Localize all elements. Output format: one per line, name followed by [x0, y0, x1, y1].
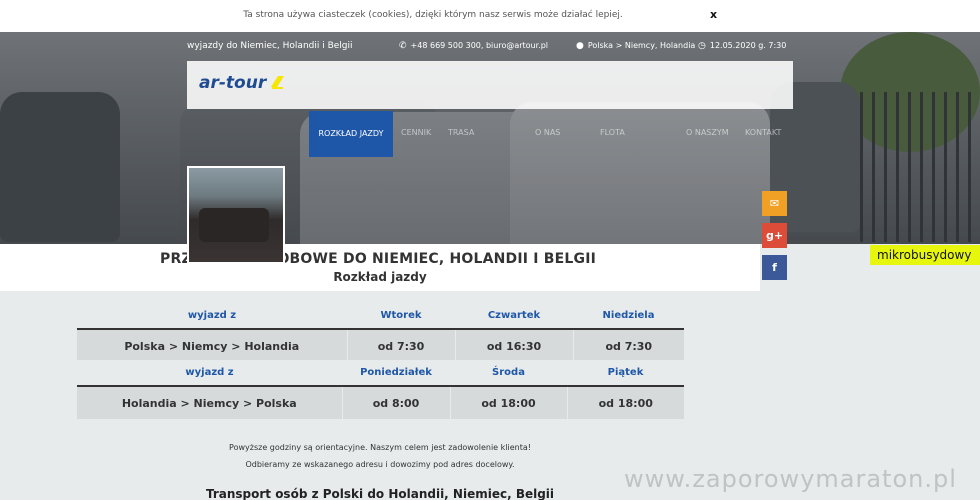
- google-plus-share-button[interactable]: g+: [762, 223, 787, 248]
- schedule-route: Holandia > Niemcy > Polska: [77, 386, 342, 419]
- clock-icon: ◷: [698, 41, 706, 51]
- schedule-header: Piątek: [567, 360, 684, 387]
- nav-item-flota[interactable]: FLOTA: [600, 128, 625, 137]
- watermark: www.zaporowymaraton.pl: [624, 465, 957, 493]
- nav-item-trasa[interactable]: TRASA: [448, 128, 474, 137]
- nav-item-kontakt[interactable]: KONTAKT: [745, 128, 781, 137]
- table-row: Holandia > Niemcy > Polska od 8:00 od 18…: [77, 386, 684, 419]
- table-row: Polska > Niemcy > Holandia od 7:30 od 16…: [77, 329, 684, 362]
- topbar-route: ● Polska > Niemcy, Holandia: [576, 41, 695, 51]
- nav-item-cennik[interactable]: CENNIK: [401, 128, 431, 137]
- logo-mark-icon: [271, 76, 284, 89]
- page-subtitle: Rozkład jazdy: [333, 270, 427, 284]
- van-photo: [189, 168, 283, 262]
- phone-icon: ✆: [399, 41, 407, 51]
- logo-bar: ar-tour: [187, 61, 793, 109]
- nav-item-o-naszym[interactable]: O NASZYM: [686, 128, 729, 137]
- contact-text: +48 669 500 300, biuro@artour.pl: [410, 41, 549, 50]
- schedule-table-return: wyjazd z Poniedziałek Środa Piątek Holan…: [77, 360, 684, 419]
- side-tag[interactable]: mikrobusydowy: [870, 245, 980, 265]
- schedule-table-outbound: wyjazd z Wtorek Czwartek Niedziela Polsk…: [77, 303, 684, 362]
- cookie-text: Ta strona używa ciasteczek (cookies), dz…: [243, 10, 623, 20]
- route-text: Polska > Niemcy, Holandia: [587, 41, 696, 50]
- logo[interactable]: ar-tour: [199, 73, 266, 93]
- van-thumbnail[interactable]: [187, 166, 285, 264]
- schedule-header: wyjazd z: [77, 303, 347, 330]
- schedule-time: od 16:30: [454, 329, 573, 362]
- schedule-header-row: wyjazd z Poniedziałek Środa Piątek: [77, 360, 684, 387]
- topbar-date: ◷ 12.05.2020 g. 7:30: [698, 41, 786, 51]
- facebook-share-button[interactable]: f: [762, 255, 787, 280]
- schedule-route: Polska > Niemcy > Holandia: [77, 329, 347, 362]
- schedule-header: Wtorek: [347, 303, 455, 330]
- google-plus-icon: g+: [765, 229, 784, 242]
- schedule-header: Niedziela: [573, 303, 684, 330]
- cookie-bar: Ta strona używa ciasteczek (cookies), dz…: [0, 0, 980, 32]
- schedule-header: wyjazd z: [77, 360, 342, 387]
- schedule-time: od 7:30: [572, 329, 684, 362]
- schedule-time: od 18:00: [449, 386, 567, 419]
- facebook-icon: f: [772, 261, 777, 274]
- nav-item-o-nas[interactable]: O NAS: [535, 128, 560, 137]
- schedule-time: od 8:00: [341, 386, 450, 419]
- date-text: 12.05.2020 g. 7:30: [709, 41, 787, 50]
- nav-item-rozklad[interactable]: ROZKŁAD JAZDY: [309, 111, 393, 157]
- schedule-header-row: wyjazd z Wtorek Czwartek Niedziela: [77, 303, 684, 330]
- mail-icon: ✉: [769, 197, 780, 210]
- schedule-header: Poniedziałek: [342, 360, 450, 387]
- cookie-close-button[interactable]: x: [710, 8, 717, 21]
- topbar-contact[interactable]: ✆ +48 669 500 300, biuro@artour.pl: [399, 41, 548, 51]
- schedule-time: od 7:30: [346, 329, 455, 362]
- schedule-header: Środa: [450, 360, 567, 387]
- schedule-note: Powyższe godziny są orientacyjne. Naszym…: [229, 443, 531, 452]
- mail-share-button[interactable]: ✉: [762, 191, 787, 216]
- schedule-header: Czwartek: [455, 303, 573, 330]
- schedule-time: od 18:00: [566, 386, 684, 419]
- topbar-title: wyjazdy do Niemiec, Holandii i Belgii: [187, 41, 353, 51]
- map-marker-icon: ●: [576, 41, 584, 51]
